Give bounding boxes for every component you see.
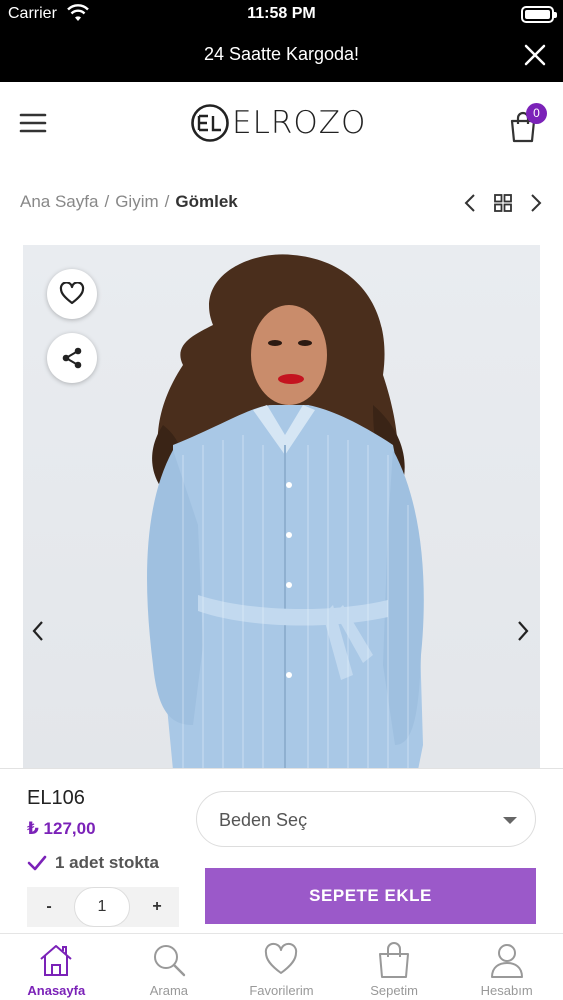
tab-favorites[interactable]: Favorilerim <box>225 934 338 1000</box>
cart-button[interactable]: 0 <box>505 103 547 144</box>
favorite-button[interactable] <box>47 269 97 319</box>
tab-cart[interactable]: Sepetim <box>338 934 451 1000</box>
size-select[interactable]: Beden Seç <box>196 791 536 847</box>
product-navigation <box>461 192 545 214</box>
share-icon <box>62 347 82 369</box>
bag-icon <box>379 942 410 978</box>
announcement-bar: 24 Saatte Kargoda! <box>0 30 563 82</box>
brand-name: ELRОZO <box>232 105 367 141</box>
battery-icon <box>521 6 557 23</box>
decrease-quantity-button[interactable]: - <box>27 887 71 927</box>
product-image[interactable] <box>23 245 540 770</box>
heart-icon <box>265 942 298 974</box>
increase-quantity-button[interactable]: + <box>135 887 179 927</box>
brand-logo[interactable]: ELRОZO <box>190 100 366 146</box>
next-product-icon[interactable] <box>525 192 545 214</box>
tab-home-label: Anasayfa <box>27 983 86 998</box>
add-to-cart-button[interactable]: SEPETE EKLE <box>205 868 536 924</box>
product-price: ₺ 127,00 <box>27 819 96 838</box>
home-icon <box>40 945 72 976</box>
status-bar: Carrier 11:58 PM <box>0 0 563 30</box>
tab-account[interactable]: Hesabım <box>450 934 563 1000</box>
app-header: ELRОZO 0 <box>0 82 563 166</box>
stock-status: 1 adet stokta <box>27 853 159 873</box>
quantity-stepper: - 1 + <box>27 887 179 927</box>
clock: 11:58 PM <box>247 5 316 22</box>
close-icon[interactable] <box>523 43 547 67</box>
grid-view-icon[interactable] <box>493 192 513 214</box>
user-icon <box>490 944 523 978</box>
search-icon <box>153 945 186 977</box>
bottom-tab-bar: Anasayfa Arama Favorilerim Sepetim Hesab… <box>0 933 563 1000</box>
tab-home[interactable]: Anasayfa <box>0 934 113 1000</box>
logo-mark-icon <box>191 104 229 142</box>
tab-search[interactable]: Arama <box>113 934 226 1000</box>
heart-icon <box>59 282 85 305</box>
breadcrumb-separator: / <box>104 192 110 211</box>
quantity-input[interactable]: 1 <box>74 887 130 927</box>
image-next-icon[interactable] <box>513 618 533 644</box>
stock-text: 1 adet stokta <box>55 853 159 872</box>
size-select-label: Beden Seç <box>219 810 308 830</box>
tab-account-label: Hesabım <box>480 983 533 998</box>
previous-product-icon[interactable] <box>461 192 481 214</box>
checkmark-icon <box>27 855 47 871</box>
cart-count-badge: 0 <box>526 103 547 124</box>
breadcrumb: Ana Sayfa / Giyim / Gömlek <box>20 192 238 212</box>
breadcrumb-category[interactable]: Giyim <box>115 192 158 212</box>
share-button[interactable] <box>47 333 97 383</box>
breadcrumb-current: Gömlek <box>175 192 238 211</box>
purchase-panel: EL106 ₺ 127,00 1 adet stokta - 1 + Beden… <box>0 768 563 933</box>
product-photo <box>147 254 424 770</box>
breadcrumb-separator: / <box>164 192 170 211</box>
breadcrumb-home[interactable]: Ana Sayfa <box>20 192 98 212</box>
product-code: EL106 <box>27 787 85 809</box>
tab-search-label: Arama <box>149 983 189 998</box>
tab-cart-label: Sepetim <box>370 983 418 998</box>
announcement-text: 24 Saatte Kargoda! <box>203 44 360 64</box>
image-prev-icon[interactable] <box>28 618 48 644</box>
hamburger-menu-icon[interactable] <box>18 110 48 136</box>
tab-favorites-label: Favorilerim <box>249 983 314 998</box>
chevron-down-icon <box>503 817 517 824</box>
